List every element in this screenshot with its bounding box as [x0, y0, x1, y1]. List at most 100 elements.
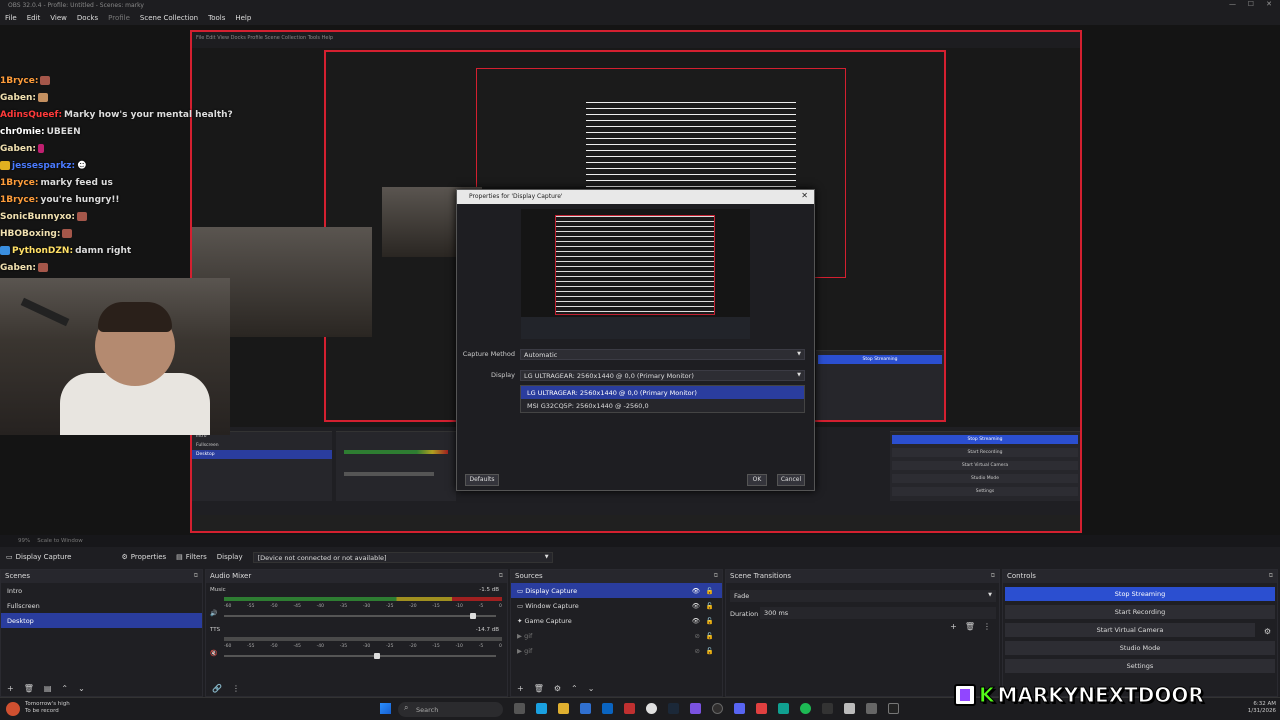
menu-profile[interactable]: Profile: [108, 14, 130, 23]
eye-icon[interactable]: 👁: [692, 587, 700, 595]
menu-edit[interactable]: Edit: [27, 14, 41, 23]
menu-scene-collection[interactable]: Scene Collection: [140, 14, 198, 23]
settings-button[interactable]: Settings: [1005, 659, 1275, 673]
down-icon[interactable]: ⌄: [78, 684, 85, 693]
spotify-icon[interactable]: [800, 703, 811, 714]
app-icon[interactable]: [778, 703, 789, 714]
stop-streaming-button[interactable]: Stop Streaming: [1005, 587, 1275, 601]
scene-item-desktop[interactable]: Desktop: [1, 613, 202, 628]
up-icon[interactable]: ⌃: [571, 684, 578, 693]
app-icon[interactable]: [822, 703, 833, 714]
app-icon[interactable]: [888, 703, 899, 714]
capture-method-select[interactable]: Automatic ▼: [520, 349, 805, 360]
speaker-icon[interactable]: 🔊: [210, 610, 217, 617]
muted-speaker-icon[interactable]: 🔇: [210, 650, 217, 657]
tts-volume-handle[interactable]: [374, 653, 380, 659]
nested-taskbar: [192, 515, 1080, 531]
menu-file[interactable]: File: [5, 14, 17, 23]
store-icon[interactable]: [580, 703, 591, 714]
app-icon[interactable]: [866, 703, 877, 714]
outlook-icon[interactable]: [602, 703, 613, 714]
trash-icon[interactable]: 🗑: [24, 684, 34, 693]
scene-item-fullscreen[interactable]: Fullscreen: [1, 598, 202, 613]
add-icon[interactable]: +: [7, 684, 14, 693]
display-option[interactable]: MSI G32CQ5P: 2560x1440 @ -2560,0: [521, 399, 804, 412]
taskbar-search[interactable]: Search: [398, 702, 503, 717]
display-select[interactable]: LG ULTRAGEAR: 2560x1440 @ 0,0 (Primary M…: [520, 370, 805, 381]
source-item-gif[interactable]: ▶ gif ⊘ 🔓: [511, 628, 722, 643]
scene-item-intro[interactable]: Intro: [1, 583, 202, 598]
music-volume-handle[interactable]: [470, 613, 476, 619]
up-icon[interactable]: ⌃: [61, 684, 68, 693]
minimize-icon[interactable]: —: [1229, 0, 1236, 8]
weather-widget[interactable]: Tomorrow's high To be record: [25, 701, 70, 715]
close-icon[interactable]: ✕: [1266, 0, 1272, 8]
display-option[interactable]: LG ULTRAGEAR: 2560x1440 @ 0,0 (Primary M…: [521, 386, 804, 399]
weather-icon[interactable]: [6, 702, 20, 716]
float-icon[interactable]: ⧉: [194, 572, 198, 580]
link-icon[interactable]: 🔗: [212, 684, 222, 693]
maximize-icon[interactable]: ☐: [1248, 0, 1254, 8]
add-icon[interactable]: +: [517, 684, 524, 693]
lock-icon[interactable]: 🔓: [706, 617, 714, 625]
eye-icon[interactable]: 👁: [692, 602, 700, 610]
eye-hidden-icon[interactable]: ⊘: [695, 647, 700, 655]
close-icon[interactable]: ✕: [801, 191, 808, 200]
filter-icon[interactable]: ▤: [44, 684, 52, 693]
menu-view[interactable]: View: [50, 14, 67, 23]
app-icon[interactable]: [690, 703, 701, 714]
ok-button[interactable]: OK: [747, 474, 767, 486]
obs-icon[interactable]: [712, 703, 723, 714]
music-volume-slider[interactable]: [224, 615, 496, 617]
zoom-level[interactable]: 99%: [18, 538, 30, 544]
source-item-display-capture[interactable]: ▭ Display Capture 👁 🔓: [511, 583, 722, 598]
steam-icon[interactable]: [668, 703, 679, 714]
discord-icon[interactable]: [734, 703, 745, 714]
float-icon[interactable]: ⧉: [991, 572, 995, 580]
lock-icon[interactable]: 🔓: [706, 647, 714, 655]
add-icon[interactable]: +: [950, 622, 957, 631]
scale-mode[interactable]: Scale to Window: [37, 538, 83, 544]
start-virtual-camera-button[interactable]: Start Virtual Camera: [1005, 623, 1255, 637]
filters-button[interactable]: ▤ Filters: [176, 553, 207, 561]
duration-input[interactable]: 300 ms: [760, 607, 996, 619]
more-icon[interactable]: ⋮: [232, 684, 240, 693]
explorer-icon[interactable]: [558, 703, 569, 714]
app-icon[interactable]: [756, 703, 767, 714]
eye-icon[interactable]: 👁: [692, 617, 700, 625]
menu-help[interactable]: Help: [235, 14, 251, 23]
trash-icon[interactable]: 🗑: [534, 684, 544, 693]
float-icon[interactable]: ⧉: [1269, 572, 1273, 580]
taskbar-clock[interactable]: 6:32 AM 1/31/2026: [1248, 701, 1276, 715]
task-view-icon[interactable]: [514, 703, 525, 714]
edge-icon[interactable]: [536, 703, 547, 714]
source-item-gif[interactable]: ▶ gif ⊘ 🔓: [511, 643, 722, 658]
start-recording-button[interactable]: Start Recording: [1005, 605, 1275, 619]
gear-icon[interactable]: ⚙: [1264, 627, 1271, 636]
lock-icon[interactable]: 🔓: [706, 602, 714, 610]
more-icon[interactable]: ⋮: [983, 622, 991, 631]
tts-volume-slider[interactable]: [224, 655, 496, 657]
menu-docks[interactable]: Docks: [77, 14, 98, 23]
trash-icon[interactable]: 🗑: [965, 622, 975, 631]
float-icon[interactable]: ⧉: [499, 572, 503, 580]
defaults-button[interactable]: Defaults: [465, 474, 499, 486]
down-icon[interactable]: ⌄: [588, 684, 595, 693]
app-icon[interactable]: [624, 703, 635, 714]
app-icon[interactable]: [844, 703, 855, 714]
source-item-window-capture[interactable]: ▭ Window Capture 👁 🔓: [511, 598, 722, 613]
menu-tools[interactable]: Tools: [208, 14, 225, 23]
properties-button[interactable]: ⚙ Properties: [122, 553, 167, 561]
transition-select[interactable]: Fade ▼: [730, 590, 996, 602]
float-icon[interactable]: ⧉: [714, 572, 718, 580]
cancel-button[interactable]: Cancel: [777, 474, 805, 486]
windows-start-icon[interactable]: [380, 703, 391, 714]
source-item-game-capture[interactable]: ✦ Game Capture 👁 🔓: [511, 613, 722, 628]
studio-mode-button[interactable]: Studio Mode: [1005, 641, 1275, 655]
chrome-icon[interactable]: [646, 703, 657, 714]
eye-hidden-icon[interactable]: ⊘: [695, 632, 700, 640]
display-toolbar-select[interactable]: [Device not connected or not available] ▼: [252, 551, 553, 563]
gear-icon[interactable]: ⚙: [554, 684, 561, 693]
lock-icon[interactable]: 🔓: [706, 632, 714, 640]
lock-icon[interactable]: 🔓: [706, 587, 714, 595]
